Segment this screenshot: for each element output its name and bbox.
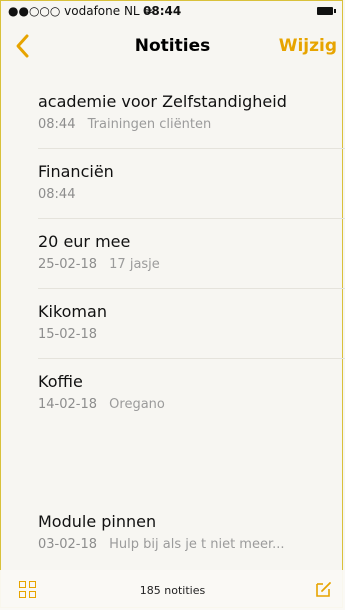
note-preview: 17 jasje [109, 257, 160, 272]
edit-button[interactable]: Wijzig [279, 36, 337, 56]
note-title: Module pinnen [38, 512, 157, 531]
note-date: 08:44 [38, 187, 76, 202]
divider [38, 218, 345, 219]
note-item[interactable]: Kikoman 15-02-18 [38, 302, 338, 342]
note-preview: Trainingen cliënten [87, 117, 212, 132]
note-date: 08:44 [38, 117, 76, 132]
divider [38, 358, 345, 359]
note-item[interactable]: academie voor Zelfstandigheid 08:44 Trai… [38, 92, 338, 132]
note-title: 20 eur mee [38, 232, 131, 251]
note-item[interactable]: Module pinnen 03-02-18 Hulp bij als je t… [38, 512, 338, 552]
divider [38, 148, 345, 149]
note-meta: 08:44 Trainingen cliënten [38, 117, 338, 132]
note-meta: 03-02-18 Hulp bij als je t niet meer... [38, 537, 338, 552]
notes-count-label: 185 notities [139, 584, 206, 597]
note-preview: Oregano [109, 397, 165, 412]
note-date: 15-02-18 [38, 327, 98, 342]
note-title: academie voor Zelfstandigheid [38, 92, 287, 111]
navigation-bar: Notities Wijzig [0, 24, 345, 68]
carrier-label: ●●○○○ vodafone NL ≈ [8, 4, 154, 18]
note-meta: 14-02-18 Oregano [38, 397, 338, 412]
note-item[interactable]: Financiën 08:44 [38, 162, 338, 202]
note-item[interactable]: Koffie 14-02-18 Oregano [38, 372, 338, 412]
note-meta: 25-02-18 17 jasje [38, 257, 338, 272]
note-title: Financiën [38, 162, 114, 181]
compose-button[interactable] [314, 580, 332, 598]
note-meta: 15-02-18 [38, 327, 338, 342]
divider [38, 288, 345, 289]
note-date: 25-02-18 [38, 257, 98, 272]
note-item[interactable]: 20 eur mee 25-02-18 17 jasje [38, 232, 338, 272]
note-meta: 08:44 [38, 187, 338, 202]
note-title: Koffie [38, 372, 83, 391]
bottom-toolbar: 185 notities [0, 570, 345, 610]
battery-icon [317, 7, 336, 15]
note-date: 14-02-18 [38, 397, 98, 412]
note-preview: Hulp bij als je t niet meer... [109, 537, 285, 552]
clock-label: 08:44 [143, 4, 182, 18]
note-title: Kikoman [38, 302, 107, 321]
note-date: 03-02-18 [38, 537, 98, 552]
compose-icon [316, 582, 331, 597]
status-bar: ●●○○○ vodafone NL ≈ 08:44 [0, 0, 345, 22]
